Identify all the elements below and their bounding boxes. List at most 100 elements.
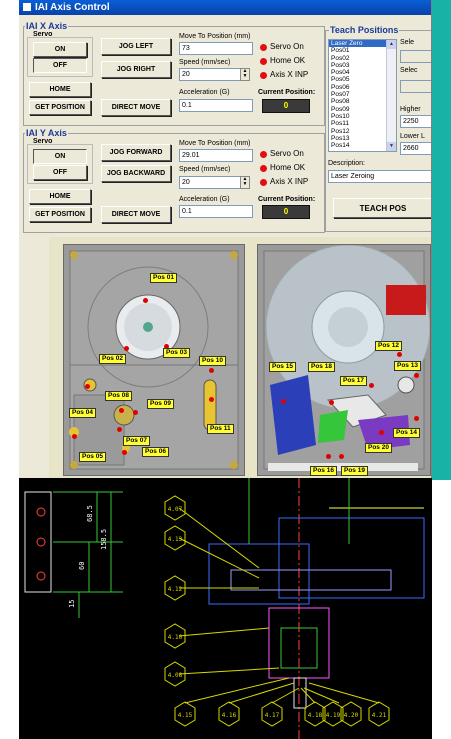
- title-bar[interactable]: IAI Axis Control: [19, 0, 431, 15]
- x-jog-left-button[interactable]: JOG LEFT: [101, 38, 171, 55]
- x-inp-led-icon: [260, 72, 267, 79]
- scroll-up-icon[interactable]: ▲: [387, 40, 396, 49]
- x-servo-off-button[interactable]: OFF: [33, 58, 87, 73]
- pos06-label: Pos 06: [142, 447, 169, 457]
- tag-4-20: 4.20: [344, 712, 359, 719]
- right-part-drawing: [263, 245, 430, 471]
- x-servo-on-status: Servo On: [270, 42, 304, 51]
- pos13-marker-icon: [414, 373, 419, 378]
- y-direct-move-button[interactable]: DIRECT MOVE: [101, 206, 171, 223]
- dim-68-5: 68.5: [86, 505, 94, 522]
- cad-drawing: 68.5 158.5 60 15 4.07 4.13 4.12 4.10 4.0…: [19, 478, 432, 739]
- pos18-label: Pos 18: [308, 362, 335, 372]
- pos15-label: Pos 15: [269, 362, 296, 372]
- higher-limit-input[interactable]: 2250: [400, 115, 431, 128]
- cad-drawing-canvas: 68.5 158.5 60 15 4.07 4.13 4.12 4.10 4.0…: [24, 478, 425, 739]
- pos20-marker-icon: [379, 430, 384, 435]
- tag-4-07: 4.07: [168, 506, 183, 513]
- select-field-2[interactable]: [400, 80, 431, 93]
- x-accel-input[interactable]: 0.1: [179, 99, 253, 112]
- pos16-marker-icon: [326, 454, 331, 459]
- pos09-label: Pos 09: [147, 399, 174, 409]
- pos14-marker-icon: [414, 416, 419, 421]
- pos14-label: Pos 14: [393, 428, 420, 438]
- y-servo-on-button[interactable]: ON: [33, 149, 87, 164]
- pos04-marker-icon: [85, 384, 90, 389]
- pos05-label: Pos 05: [79, 452, 106, 462]
- pos16-label: Pos 16: [310, 466, 337, 476]
- y-speed-spinner[interactable]: ▲ ▼: [240, 176, 250, 189]
- teach-positions-list[interactable]: Laser Zero Pos01 Pos02 Pos03 Pos04 Pos05 Pos06…: [328, 39, 397, 152]
- pos12-marker-icon: [397, 352, 402, 357]
- x-current-position-display: 0: [262, 99, 310, 113]
- x-move-to-input[interactable]: 73: [179, 42, 253, 55]
- y-current-position-label: Current Position:: [258, 196, 316, 203]
- pos01-marker-icon: [143, 298, 148, 303]
- pos10-label: Pos 10: [199, 356, 226, 366]
- tag-4-18: 4.18: [308, 712, 323, 719]
- x-inp-status: Axis X INP: [270, 70, 309, 79]
- y-current-position-display: 0: [262, 205, 310, 219]
- window-title: IAI Axis Control: [35, 2, 110, 13]
- pos15-marker-icon: [281, 399, 286, 404]
- y-servo-on-status: Servo On: [270, 149, 304, 158]
- pos09-marker-icon: [133, 410, 138, 415]
- lower-limit-input[interactable]: 2660: [400, 142, 431, 155]
- pos02-marker-icon: [124, 346, 129, 351]
- select-label-1: Sele: [400, 39, 415, 46]
- hex-tag-group: 4.07 4.13 4.12 4.10 4.08 4.15 4.16 4.17 …: [164, 495, 390, 727]
- y-speed-label: Speed (mm/sec): [179, 166, 231, 173]
- y-inp-led-icon: [260, 179, 267, 186]
- y-accel-input[interactable]: 0.1: [179, 205, 253, 218]
- teach-pos-button[interactable]: TEACH POS: [333, 198, 431, 218]
- x-speed-spinner[interactable]: ▲ ▼: [240, 68, 250, 81]
- x-speed-input[interactable]: 20: [179, 68, 241, 81]
- app-icon: [23, 3, 31, 12]
- x-speed-label: Speed (mm/sec): [179, 59, 231, 66]
- pos08-marker-icon: [119, 408, 124, 413]
- tag-4-13: 4.13: [168, 536, 183, 543]
- x-current-position-label: Current Position:: [258, 89, 316, 96]
- y-speed-input[interactable]: 20: [179, 176, 241, 189]
- pos19-label: Pos 19: [341, 466, 368, 476]
- pos05-marker-icon: [72, 434, 77, 439]
- x-move-to-label: Move To Position (mm): [179, 33, 251, 40]
- x-axis-group-title: IAI X Axis: [25, 21, 69, 31]
- y-home-ok-status: Home OK: [270, 163, 306, 172]
- tag-4-15: 4.15: [178, 712, 193, 719]
- higher-limit-label: Higher: [400, 106, 421, 113]
- select-field-1[interactable]: [400, 50, 431, 63]
- pos04-label: Pos 04: [69, 408, 96, 418]
- pos13-label: Pos 13: [394, 361, 421, 371]
- y-jog-backward-button[interactable]: JOG BACKWARD: [101, 165, 171, 182]
- y-jog-forward-button[interactable]: JOG FORWARD: [101, 144, 171, 161]
- scroll-down-icon[interactable]: ▼: [387, 142, 396, 151]
- axis-control-window: IAI Axis Control IAI X Axis Servo ON OFF…: [19, 0, 432, 478]
- pos06-marker-icon: [122, 450, 127, 455]
- x-direct-move-button[interactable]: DIRECT MOVE: [101, 99, 171, 116]
- teach-list-scrollbar[interactable]: ▲ ▼: [386, 40, 396, 151]
- pos01-label: Pos 01: [150, 273, 177, 283]
- pos03-label: Pos 03: [163, 348, 190, 358]
- pos08-label: Pos 08: [105, 391, 132, 401]
- description-input[interactable]: Laser Zeroing: [328, 170, 431, 183]
- y-servo-off-button[interactable]: OFF: [33, 165, 87, 180]
- x-get-position-button[interactable]: GET POSITION: [29, 100, 91, 115]
- x-home-ok-status: Home OK: [270, 56, 306, 65]
- y-move-to-input[interactable]: 29.01: [179, 149, 253, 162]
- y-inp-status: Axis X INP: [270, 177, 309, 186]
- pos10-marker-icon: [209, 368, 214, 373]
- y-move-to-label: Move To Position (mm): [179, 140, 251, 147]
- y-home-button[interactable]: HOME: [29, 189, 91, 204]
- x-jog-right-button[interactable]: JOG RIGHT: [101, 61, 171, 78]
- tag-4-10: 4.10: [168, 634, 183, 641]
- tag-4-21: 4.21: [372, 712, 387, 719]
- x-servo-on-led-icon: [260, 44, 267, 51]
- x-home-button[interactable]: HOME: [29, 82, 91, 97]
- x-servo-on-button[interactable]: ON: [33, 42, 87, 57]
- right-part-photo: [257, 244, 431, 476]
- y-get-position-button[interactable]: GET POSITION: [29, 207, 91, 222]
- tag-4-12: 4.12: [168, 586, 183, 593]
- x-home-ok-led-icon: [260, 58, 267, 65]
- pos19-marker-icon: [339, 454, 344, 459]
